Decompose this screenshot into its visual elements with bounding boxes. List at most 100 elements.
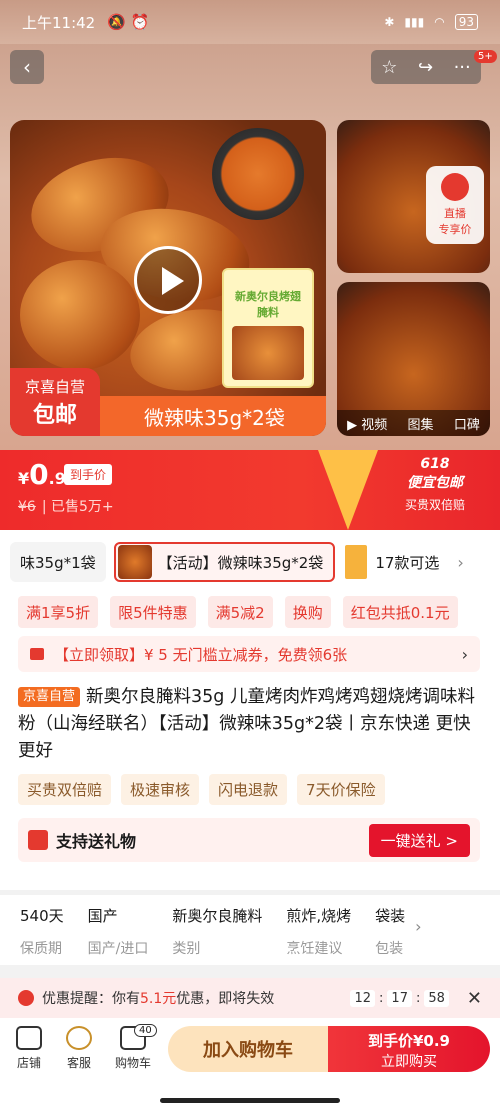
service-tag[interactable]: 极速审核 [121, 774, 200, 805]
coupon-tag[interactable]: 限5件特惠 [110, 596, 196, 628]
buy-now-label: 立即购买 [381, 1054, 437, 1070]
price-symbol: ¥ [18, 469, 30, 488]
back-button[interactable]: ‹ [10, 50, 44, 84]
sku-selector: 味35g*1袋 【活动】微辣味35g*2袋 17款可选 › [0, 540, 500, 584]
original-price: ¥6 [18, 499, 36, 515]
service-tag[interactable]: 7天价保险 [297, 774, 385, 805]
status-bar: 上午11:42 🔕 ⏰ ✱ ▮▮▮ ◠ 93 [0, 0, 500, 44]
current-price: ¥0.9 [18, 458, 66, 491]
star-icon[interactable]: ☆ [381, 57, 397, 78]
spec-key: 国产/进口 [87, 941, 149, 957]
spec-value: 煎炸,烧烤 [286, 907, 352, 925]
reminder-prefix: 优惠提醒：你有 [42, 991, 140, 1007]
home-indicator [160, 1098, 340, 1103]
timer-minutes: 17 [387, 989, 412, 1007]
flavor-banner: 微辣味35g*2袋 [100, 396, 326, 436]
price-sub: ¥6 | 已售5万+ [18, 499, 114, 515]
share-icon[interactable]: ↪ [418, 57, 433, 78]
product-title-text: 新奥尔良腌料35g 儿童烤肉炸鸡烤鸡翅烧烤调味料粉（山海经联名）【活动】微辣味3… [18, 687, 475, 761]
promo-cheap-shipping: 便宜包邮 [407, 475, 463, 491]
service-icon [66, 1026, 92, 1050]
service-label: 客服 [66, 1056, 91, 1070]
free-shipping-label: 包邮 [32, 402, 77, 428]
sku-more-thumbnail [345, 545, 368, 579]
sku-more[interactable]: 17款可选 › [345, 545, 464, 579]
chevron-left-icon: ‹ [23, 55, 31, 79]
promo-618-label: 618 [420, 456, 450, 472]
close-icon[interactable]: ✕ [467, 988, 482, 1009]
spec-value: 国产 [87, 907, 118, 925]
gift-label: 支持送礼物 [56, 832, 137, 851]
seasoning-bowl-image [212, 128, 304, 220]
service-tags: 买贵双倍赔 极速审核 闪电退款 7天价保险 [18, 774, 385, 805]
send-gift-button[interactable]: 一键送礼 > [368, 823, 470, 857]
final-price-tag: 到手价 [64, 464, 113, 485]
discount-reminder: 优惠提醒：你有 5.1元 优惠，即将失效 12: 17: 58 ✕ [0, 978, 500, 1018]
price-int: 0 [29, 458, 49, 491]
spec-key: 保质期 [20, 941, 62, 957]
buy-now-button[interactable]: 到手价¥0.9 立即购买 [328, 1026, 490, 1072]
coupon-tag[interactable]: 满1享5折 [18, 596, 99, 628]
tab-video-label: 视频 [361, 417, 388, 433]
signal-icon: ▮▮▮ [404, 15, 425, 29]
sku-option[interactable]: 味35g*1袋 [10, 542, 106, 582]
coupon-tags: 满1享5折 限5件特惠 满5减2 换购 红包共抵0.1元 [18, 596, 488, 628]
spec-row[interactable]: 540天 保质期 国产 国产/进口 新奥尔良腌料 类别 煎炸,烧烤 烹饪建议 袋装 包装 … [0, 895, 500, 965]
service-tag[interactable]: 买贵双倍赔 [18, 774, 112, 805]
get-coupon-banner[interactable]: 【立即领取】¥ 5 无门槛立减券，免费领6张 › [18, 636, 480, 672]
wing-image [20, 260, 140, 370]
spec-value: 袋装 [375, 907, 406, 925]
tab-gallery[interactable]: 图集 [408, 414, 434, 433]
status-time: 上午11:42 [22, 13, 96, 32]
play-video-button[interactable] [134, 246, 202, 314]
spec-item: 新奥尔良腌料 类别 [172, 895, 276, 965]
live-label: 直播 [444, 207, 466, 220]
service-tag[interactable]: 闪电退款 [209, 774, 288, 805]
more-badge: 5+ [474, 50, 497, 63]
cart-count-badge: 40 [134, 1024, 157, 1037]
get-coupon-text: 【立即领取】¥ 5 无门槛立减券，免费领6张 [54, 645, 348, 664]
promo-618[interactable]: 618 便宜包邮 买贵双倍赔 [380, 456, 490, 513]
customer-service-button[interactable]: 客服 [54, 1026, 104, 1071]
spec-key: 包装 [375, 941, 404, 957]
tab-reviews[interactable]: 口碑 [454, 414, 480, 433]
spec-item: 国产国产/进口 [88, 895, 163, 965]
live-price-button[interactable]: 直播 专享价 [426, 166, 484, 244]
spec-item: 袋装 包装 [375, 895, 405, 965]
coupon-tag[interactable]: 红包共抵0.1元 [342, 596, 458, 628]
live-icon [441, 173, 469, 201]
reminder-amount: 5.1元 [140, 991, 177, 1007]
coupon-tag[interactable]: 满5减2 [207, 596, 273, 628]
spec-key: 烹饪建议 [286, 941, 343, 957]
buy-price: 到手价¥0.9 [367, 1032, 450, 1050]
chevron-right-icon: › [461, 644, 468, 664]
timer-hours: 12 [350, 989, 376, 1007]
notification-icons: 🔕 ⏰ [107, 13, 150, 31]
coupon-icon [30, 648, 44, 660]
sku-more-label: 17款可选 [375, 553, 440, 572]
sku-option-selected[interactable]: 【活动】微辣味35g*2袋 [113, 542, 336, 582]
cart-label: 购物车 [114, 1056, 151, 1070]
jingxi-title-badge: 京喜自营 [18, 687, 81, 707]
tab-video[interactable]: ▶ 视频 [347, 414, 387, 433]
spec-value: 新奥尔良腌料 [172, 907, 263, 925]
product-title: 京喜自营 新奥尔良腌料35g 儿童烤肉炸鸡烤鸡翅烧烤调味料粉（山海经联名）【活动】… [18, 684, 484, 765]
chevron-right-icon: › [415, 917, 422, 936]
bluetooth-icon: ✱ [384, 15, 395, 29]
more-icon[interactable]: ··· [454, 57, 471, 78]
jingxi-badge: 京喜自营 包邮 [10, 368, 100, 436]
spec-key: 类别 [172, 941, 201, 957]
sku-selected-label: 【活动】微辣味35g*2袋 [157, 553, 324, 572]
jingxi-label: 京喜自营 [24, 377, 85, 396]
pack-text: 新奥尔良烤翅腌料 [235, 290, 301, 319]
chevron-right-icon: › [457, 552, 464, 572]
gift-icon [28, 830, 48, 850]
reminder-suffix: 优惠，即将失效 [176, 991, 275, 1007]
store-icon [16, 1026, 42, 1050]
add-to-cart-button[interactable]: 加入购物车 [168, 1026, 328, 1072]
timer-seconds: 58 [424, 989, 449, 1007]
coupon-tag[interactable]: 换购 [284, 596, 331, 628]
store-button[interactable]: 店铺 [4, 1026, 54, 1071]
live-price-label: 专享价 [438, 223, 472, 236]
sold-count: 已售5万+ [51, 499, 114, 515]
